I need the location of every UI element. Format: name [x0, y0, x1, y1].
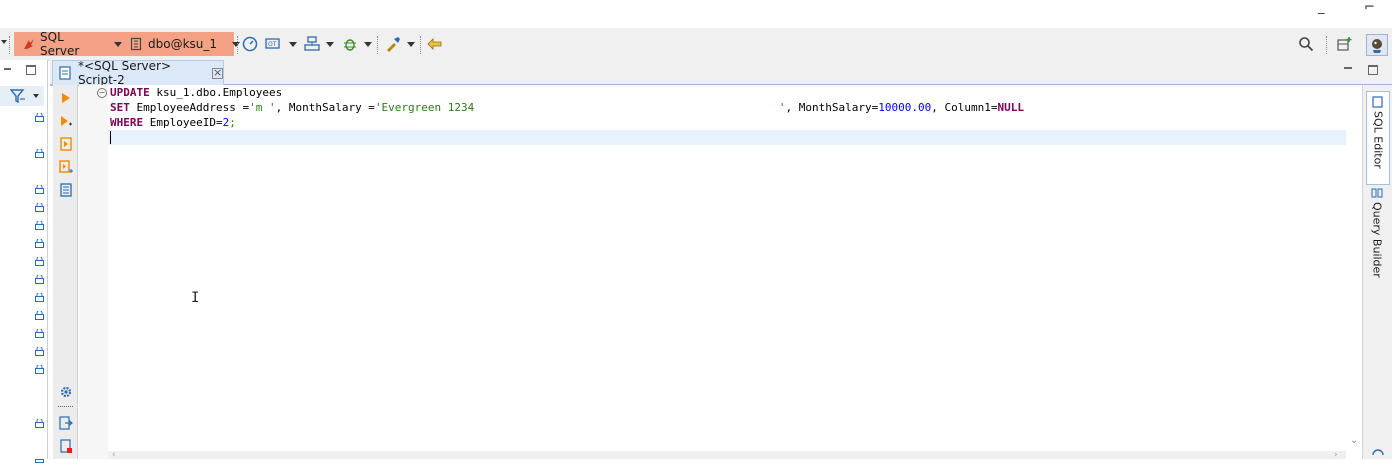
- connection-label: dbo@ksu_1: [148, 37, 218, 51]
- tab-script-2[interactable]: *<SQL Server> Script-2 ×: [52, 59, 224, 87]
- editor-tab-strip: *<SQL Server> Script-2 ×: [50, 59, 1392, 87]
- toolbar-grip-icon: [1, 40, 7, 44]
- export-icon[interactable]: [59, 416, 73, 430]
- toolbar-separator: [9, 36, 11, 54]
- chevron-down-icon[interactable]: [33, 94, 39, 98]
- execute-script-icon[interactable]: [59, 137, 73, 151]
- mouse-ibeam-cursor: I: [191, 290, 200, 306]
- code-line-3: WHERE EmployeeID=2;: [110, 116, 236, 129]
- chevron-down-icon[interactable]: [289, 42, 297, 47]
- datasource-selector[interactable]: SQL Server: [14, 30, 122, 58]
- sql-server-icon: [22, 37, 36, 51]
- execute-statement-icon[interactable]: [59, 91, 73, 105]
- query-builder-label: Query Builder: [1370, 202, 1384, 278]
- lock-icon: [35, 309, 44, 320]
- explain-plan-icon[interactable]: [59, 183, 73, 197]
- lock-icon: [35, 327, 44, 338]
- execute-in-new-tab-icon[interactable]: [59, 114, 73, 128]
- sql-code-editor[interactable]: UPDATE ksu_1.dbo.Employees SET EmployeeA…: [108, 85, 1346, 451]
- toolbar-separator: [377, 36, 379, 54]
- ruler-divider: [58, 406, 73, 407]
- tools-icon[interactable]: [385, 36, 401, 52]
- lock-icon: [35, 345, 44, 356]
- close-icon[interactable]: ×: [212, 67, 223, 79]
- line-number-gutter: −: [79, 85, 109, 459]
- connection-selector[interactable]: dbo@ksu_1: [122, 32, 241, 56]
- code-line-2: SET EmployeeAddress ='m ', MonthSalary =…: [110, 101, 1024, 114]
- debug-icon[interactable]: [342, 36, 358, 52]
- sql-script-icon: [59, 66, 72, 80]
- main-toolbar: SQL Server dbo@ksu_1 OT: [0, 28, 1392, 61]
- current-line-highlight: [108, 130, 1346, 145]
- minimize-icon[interactable]: _: [1318, 0, 1325, 15]
- text-caret: [110, 131, 111, 144]
- perspective-icon[interactable]: [1337, 36, 1353, 52]
- code-line-1: UPDATE ksu_1.dbo.Employees: [110, 86, 283, 99]
- lock-icon: [35, 111, 44, 122]
- overview-ruler: ⌄: [1346, 85, 1362, 459]
- script-error-icon[interactable]: [59, 439, 73, 453]
- filter-icon: [9, 88, 26, 107]
- datasource-label: SQL Server: [40, 30, 80, 58]
- horizontal-scrollbar[interactable]: ‹ ›: [108, 450, 1346, 460]
- settings-gear-icon[interactable]: [59, 385, 73, 399]
- editor-mode-tabs: SQL Editor Query Builder: [1362, 85, 1392, 459]
- lock-icon: [35, 452, 44, 463]
- lock-icon: [35, 183, 44, 194]
- minimize-icon[interactable]: [1344, 67, 1352, 71]
- lock-icon: [35, 147, 44, 158]
- lock-icon: [35, 201, 44, 212]
- back-icon[interactable]: [427, 36, 443, 52]
- schema-compare-icon[interactable]: [304, 36, 320, 52]
- dbeaver-icon[interactable]: [1366, 34, 1388, 56]
- chevron-down-icon[interactable]: ⌄: [1350, 435, 1358, 446]
- lock-icon: [35, 237, 44, 248]
- tab-label: *<SQL Server> Script-2: [78, 59, 172, 87]
- lock-icon: [35, 291, 44, 302]
- lock-icon: [35, 219, 44, 230]
- toolbar-separator: [237, 36, 239, 54]
- lock-icon: [35, 255, 44, 266]
- window-title-strip: _ ⌐: [0, 0, 1392, 28]
- chevron-down-icon[interactable]: [114, 41, 122, 47]
- editor-action-ruler: [53, 85, 78, 459]
- sql-editor-icon: [1371, 96, 1385, 108]
- chevron-down-icon[interactable]: [364, 42, 372, 47]
- execute-script-new-tab-icon[interactable]: [59, 160, 73, 174]
- commit-mode-icon[interactable]: [242, 36, 258, 52]
- filter-button[interactable]: [0, 86, 44, 106]
- maximize-icon[interactable]: [1368, 65, 1378, 75]
- minimize-icon[interactable]: [4, 68, 11, 72]
- query-builder-icon: [1371, 187, 1384, 199]
- chevron-down-icon[interactable]: [407, 42, 415, 47]
- maximize-icon[interactable]: [26, 65, 36, 75]
- svg-text:OT: OT: [268, 41, 277, 48]
- lock-icon: [35, 363, 44, 374]
- fold-collapse-icon[interactable]: −: [97, 88, 107, 98]
- refresh-icon[interactable]: [1371, 447, 1385, 462]
- restore-icon[interactable]: ⌐: [1364, 0, 1375, 15]
- toolbar-separator: [420, 36, 422, 54]
- search-icon[interactable]: [1298, 36, 1314, 52]
- toolbar-separator: [1326, 36, 1328, 54]
- tab-sql-editor[interactable]: SQL Editor: [1366, 91, 1390, 185]
- database-icon: [130, 37, 142, 51]
- lock-icon: [35, 417, 44, 428]
- database-navigator-panel: [0, 60, 48, 463]
- chevron-down-icon[interactable]: [326, 42, 334, 47]
- sql-editor-label: SQL Editor: [1371, 111, 1385, 169]
- lock-icon: [35, 273, 44, 284]
- transaction-icon[interactable]: OT: [265, 36, 281, 52]
- tab-query-builder[interactable]: Query Builder: [1366, 183, 1388, 287]
